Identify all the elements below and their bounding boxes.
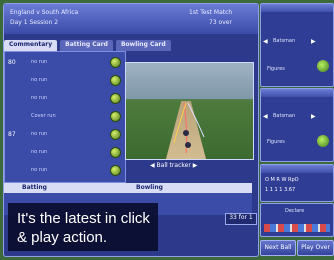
batsman-figures: Figures (267, 66, 285, 72)
ball-result: no run (31, 59, 48, 65)
match-title: England v South Africa (10, 9, 79, 16)
batsman-figures: Figures (267, 139, 285, 145)
chevron-right-icon[interactable]: ▶ (311, 113, 316, 120)
over-number: 87 (8, 131, 16, 138)
ball-tracker-label: Ball tracker (156, 162, 191, 169)
batsman-panel-bottom: ◀ Batsman ▶ Figures (260, 88, 334, 162)
ball-icon (110, 129, 121, 140)
list-item[interactable]: 87 no run (5, 126, 125, 142)
gauge-icon (317, 60, 329, 72)
bowling-heading: Bowling (136, 184, 163, 191)
commentary-list: 80 no run no run no run Cover run 87 no … (4, 51, 126, 183)
declare-button[interactable] (264, 224, 330, 232)
session-label: Day 1 Session 2 (10, 19, 59, 26)
ball-tracker-nav[interactable]: ◀ Ball tracker ▶ (150, 162, 197, 169)
bowler-panel: O M R W RpO 1 1 1 1 3.67 (260, 164, 334, 202)
ball-icon (110, 111, 121, 122)
batting-heading: Batting (22, 184, 47, 191)
chevron-left-icon[interactable]: ◀ (150, 162, 155, 169)
chevron-left-icon[interactable]: ◀ (263, 38, 268, 45)
chevron-right-icon[interactable]: ▶ (311, 38, 316, 45)
overs-label: 73 over (209, 19, 232, 26)
ball-result: no run (31, 131, 48, 137)
bowler-columns: O M R W RpO (265, 177, 299, 183)
ball-result: no run (31, 167, 48, 173)
caption-text: It's the latest in click & play action. (17, 210, 150, 246)
tab-commentary[interactable]: Commentary (4, 40, 58, 51)
list-item[interactable]: no run (5, 90, 125, 106)
chevron-right-icon[interactable]: ▶ (193, 162, 198, 169)
batsman-panel-top: ◀ Batsman ▶ Figures (260, 3, 334, 87)
ball-result: Cover run (31, 113, 56, 119)
match-type: 1st Test Match (189, 9, 233, 16)
ball-icon (110, 75, 121, 86)
next-ball-button[interactable]: Next Ball (260, 240, 296, 256)
ball-trajectory (173, 102, 205, 154)
play-over-button[interactable]: Play Over (297, 240, 334, 256)
ball-icon (110, 147, 121, 158)
tab-bar: Commentary Batting Card Bowling Card (4, 40, 171, 51)
tab-bowling-card[interactable]: Bowling Card (115, 40, 171, 51)
tab-batting-card[interactable]: Batting Card (60, 40, 113, 51)
ball-tracker-view[interactable] (125, 62, 254, 160)
declare-label: Declare (285, 208, 305, 214)
chevron-left-icon[interactable]: ◀ (263, 113, 268, 120)
list-item[interactable]: Cover run (5, 108, 125, 124)
ball-icon (110, 57, 121, 68)
panel-header (261, 4, 333, 12)
gauge-icon (317, 135, 329, 147)
panel-header (261, 89, 333, 97)
ball-icon (110, 93, 121, 104)
stats-header: Batting Bowling (4, 183, 252, 193)
promo-caption: It's the latest in click & play action. (8, 203, 158, 251)
ball-icon (110, 165, 121, 176)
batsman-name: Batsman (273, 38, 296, 44)
over-number: 80 (8, 59, 16, 66)
bowler-figures: 1 1 1 1 3.67 (265, 187, 296, 193)
ball-result: no run (31, 77, 48, 83)
list-item[interactable]: no run (5, 144, 125, 160)
list-item[interactable]: 80 no run (5, 54, 125, 70)
batsman-name: Batsman (273, 113, 296, 119)
declare-panel: Declare (260, 203, 334, 237)
ball-result: no run (31, 95, 48, 101)
panel-header (261, 165, 333, 173)
window-header: England v South Africa Day 1 Session 2 1… (4, 4, 258, 34)
score-display: 33 for 1 (225, 213, 257, 225)
ball-result: no run (31, 149, 48, 155)
list-item[interactable]: no run (5, 72, 125, 88)
list-item[interactable]: no run (5, 162, 125, 178)
